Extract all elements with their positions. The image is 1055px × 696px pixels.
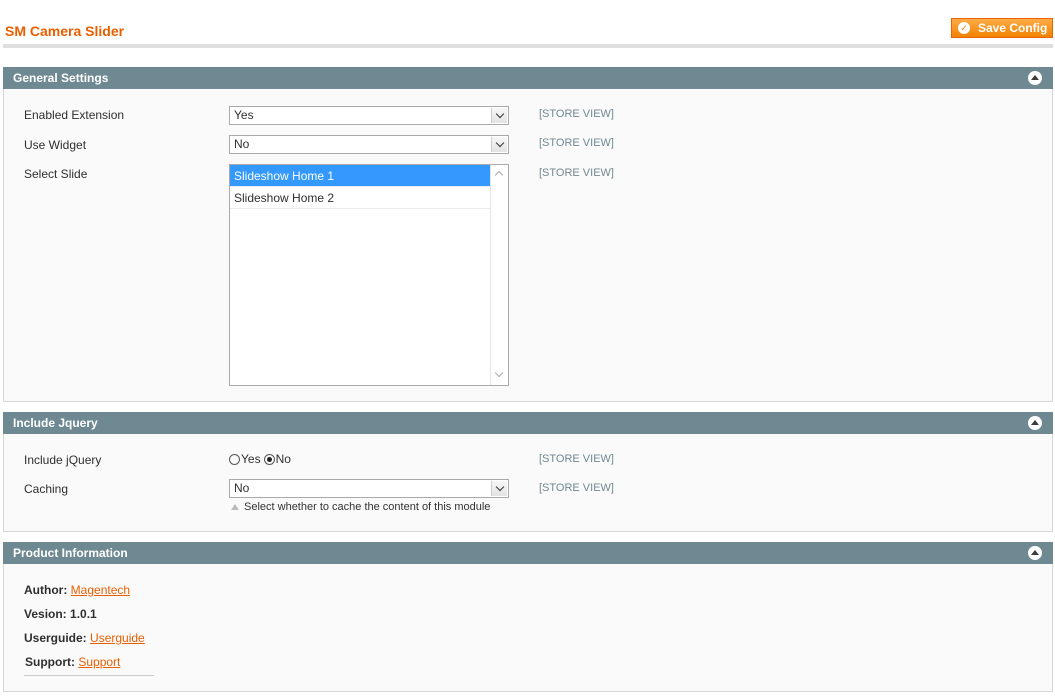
section-title-jquery: Include Jquery (13, 416, 98, 430)
author-label: Author: (24, 583, 68, 597)
select-slide-multiselect[interactable]: Slideshow Home 1 Slideshow Home 2 (229, 164, 509, 386)
check-icon: ✓ (958, 22, 970, 34)
radio-no-label: No (275, 452, 291, 466)
radio-yes-label: Yes (241, 452, 261, 466)
section-title-general: General Settings (13, 71, 109, 85)
section-body-jquery (3, 434, 1053, 532)
support-line: Support: Support (25, 655, 120, 669)
chevron-down-icon (491, 481, 507, 496)
caching-note: Select whether to cache the content of t… (231, 501, 490, 513)
caching-value: No (234, 481, 250, 495)
use-widget-select[interactable]: No (229, 135, 509, 154)
version-label: Vesion: (24, 607, 67, 621)
version-line: Vesion: 1.0.1 (24, 607, 97, 621)
select-slide-label: Select Slide (24, 167, 88, 181)
caching-select[interactable]: No (229, 479, 509, 498)
scope-label: [STORE VIEW] (539, 137, 614, 149)
userguide-line: Userguide: Userguide (24, 631, 145, 645)
slide-option[interactable]: Slideshow Home 2 (230, 187, 491, 209)
scroll-up-icon[interactable] (494, 170, 504, 180)
support-label: Support: (25, 655, 75, 669)
section-header-general[interactable]: General Settings (3, 67, 1053, 89)
section-body-general (3, 89, 1053, 402)
scope-label: [STORE VIEW] (539, 167, 614, 179)
userguide-label: Userguide: (24, 631, 87, 645)
author-line: Author: Magentech (24, 583, 130, 597)
use-widget-label: Use Widget (24, 138, 87, 152)
use-widget-value: No (234, 137, 250, 151)
section-header-jquery[interactable]: Include Jquery (3, 412, 1053, 434)
section-header-product[interactable]: Product Information (3, 542, 1053, 564)
enabled-extension-select[interactable]: Yes (229, 106, 509, 125)
chevron-down-icon (491, 108, 507, 123)
author-link[interactable]: Magentech (71, 583, 130, 597)
enabled-extension-label: Enabled Extension (24, 108, 125, 122)
version-value: 1.0.1 (70, 607, 97, 621)
support-link[interactable]: Support (78, 655, 120, 669)
title-divider (3, 44, 1053, 48)
scrollbar[interactable] (490, 165, 508, 385)
save-config-button[interactable]: ✓ Save Config (951, 18, 1053, 38)
page-title: SM Camera Slider (5, 23, 125, 39)
note-arrow-icon (231, 504, 239, 510)
info-divider (24, 675, 154, 676)
save-config-label: Save Config (978, 21, 1048, 35)
caching-label: Caching (24, 482, 69, 496)
enabled-extension-value: Yes (234, 108, 254, 122)
include-jquery-label: Include jQuery (24, 453, 102, 467)
collapse-icon[interactable] (1028, 71, 1042, 85)
userguide-link[interactable]: Userguide (90, 631, 145, 645)
radio-no[interactable] (263, 453, 275, 465)
chevron-down-icon (491, 137, 507, 152)
include-jquery-radios: Yes No (229, 452, 291, 466)
scope-label: [STORE VIEW] (539, 482, 614, 494)
section-title-product: Product Information (13, 546, 128, 560)
scroll-down-icon[interactable] (494, 368, 504, 378)
section-body-product (3, 564, 1053, 692)
caching-note-text: Select whether to cache the content of t… (244, 501, 491, 513)
scope-label: [STORE VIEW] (539, 108, 614, 120)
radio-yes[interactable] (229, 453, 240, 465)
collapse-icon[interactable] (1028, 546, 1042, 560)
slide-option[interactable]: Slideshow Home 1 (230, 165, 491, 187)
scope-label: [STORE VIEW] (539, 453, 614, 465)
collapse-icon[interactable] (1028, 416, 1042, 430)
